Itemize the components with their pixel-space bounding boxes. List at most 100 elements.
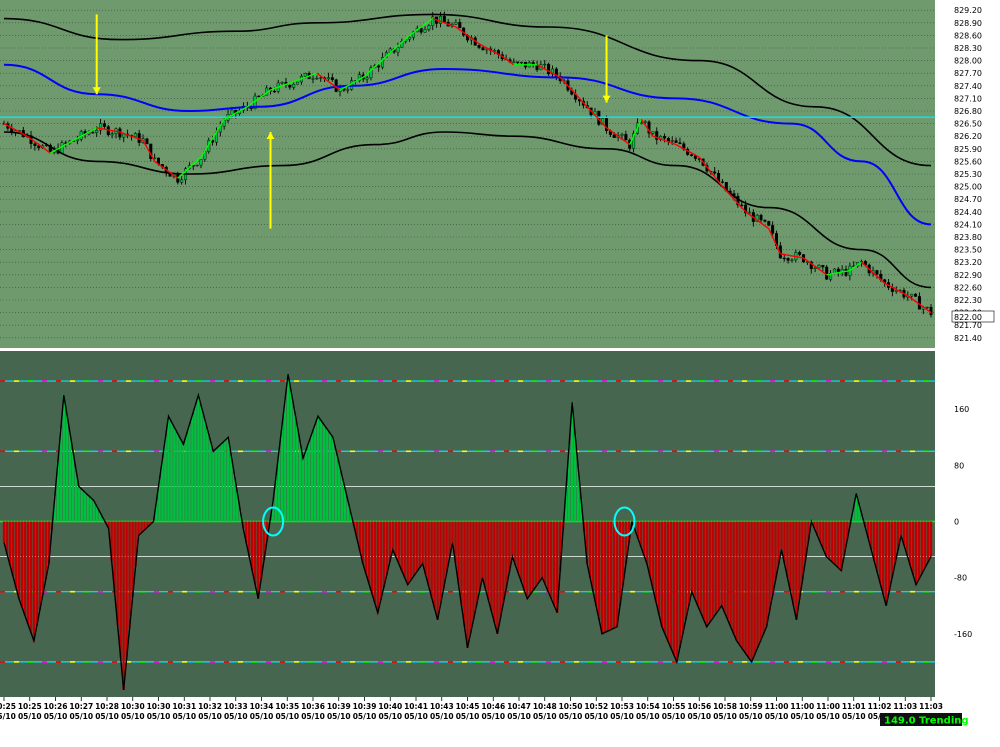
oscillator-bar bbox=[547, 521, 550, 592]
x-tick-time: 10:39 bbox=[327, 702, 351, 711]
x-tick-time: 10:59 bbox=[739, 702, 763, 711]
candle-body bbox=[844, 269, 848, 276]
candle-body bbox=[813, 267, 817, 270]
oscillator-bar bbox=[469, 521, 472, 634]
oscillator-bar bbox=[283, 399, 287, 522]
oscillator-bar bbox=[774, 521, 777, 581]
candle-body bbox=[782, 257, 786, 260]
oscillator-bar bbox=[615, 521, 619, 627]
candle-body bbox=[95, 130, 99, 133]
oscillator-bar bbox=[735, 521, 738, 641]
oscillator-bar bbox=[520, 521, 523, 582]
candle-body bbox=[303, 72, 307, 77]
price-tick-label: 822.60 bbox=[954, 283, 982, 292]
oscillator-bar bbox=[741, 521, 744, 650]
oscillator-bar bbox=[837, 521, 840, 568]
oscillator-bar bbox=[77, 486, 80, 522]
price-tick-label: 824.40 bbox=[954, 208, 982, 217]
x-tick-date: 05/10 bbox=[172, 712, 196, 721]
candle-body bbox=[670, 140, 674, 142]
oscillator-bar bbox=[535, 521, 538, 587]
x-tick-time: 11:03 bbox=[893, 702, 917, 711]
oscillator-bar bbox=[23, 521, 27, 616]
candle-body bbox=[442, 16, 446, 23]
candle-body bbox=[767, 221, 771, 226]
candle-body bbox=[612, 134, 616, 138]
oscillator-bar bbox=[400, 521, 403, 571]
x-tick-date: 05/10 bbox=[404, 712, 428, 721]
x-tick-date: 05/10 bbox=[662, 712, 686, 721]
candle-body bbox=[454, 22, 458, 25]
oscillator-bar bbox=[875, 521, 879, 573]
oscillator-bar bbox=[911, 521, 915, 575]
candle-body bbox=[674, 140, 678, 143]
candle-body bbox=[326, 77, 330, 80]
oscillator-bar bbox=[786, 521, 789, 578]
x-tick-date: 05/10 bbox=[198, 712, 222, 721]
oscillator-bar bbox=[887, 521, 891, 592]
oscillator-bar bbox=[137, 521, 140, 536]
oscillator-bar bbox=[878, 521, 882, 584]
status-label: 149.0 Trending bbox=[884, 716, 969, 727]
candle-body bbox=[512, 61, 516, 63]
candle-body bbox=[199, 159, 203, 166]
oscillator-bar bbox=[532, 521, 535, 591]
x-tick-date: 05/10 bbox=[481, 712, 505, 721]
oscillator-bar bbox=[403, 521, 406, 578]
oscillator-bar bbox=[412, 521, 415, 577]
candle-body bbox=[377, 65, 381, 68]
candle-body bbox=[910, 293, 914, 297]
oscillator-bar bbox=[280, 424, 284, 522]
x-tick-date: 05/10 bbox=[327, 712, 351, 721]
oscillator-bar bbox=[250, 521, 254, 571]
oscillator-bar bbox=[720, 521, 723, 606]
x-tick-date: 05/10 bbox=[559, 712, 583, 721]
oscillator-bar bbox=[364, 521, 368, 574]
oscillator-bar bbox=[376, 521, 379, 613]
oscillator-bar bbox=[780, 521, 783, 550]
candle-body bbox=[110, 133, 114, 136]
oscillator-bar bbox=[514, 521, 517, 566]
chart-canvas: 829.20 828.90 828.60 828.30 828.00 827.70 827.… bbox=[0, 0, 1000, 742]
x-tick-time: 10:41 bbox=[404, 702, 428, 711]
x-tick-time: 10:32 bbox=[198, 702, 222, 711]
oscillator-bar bbox=[397, 521, 400, 564]
price-tick-label: 821.40 bbox=[954, 334, 982, 343]
candle-body bbox=[875, 270, 879, 275]
oscillator-bar bbox=[170, 421, 173, 522]
oscillator-bar bbox=[923, 521, 927, 568]
x-tick-date: 05/10 bbox=[275, 712, 299, 721]
oscillator-bar bbox=[502, 521, 505, 603]
oscillator-tick-label: 0 bbox=[954, 517, 959, 526]
x-tick-date: 05/10 bbox=[353, 712, 377, 721]
oscillator-bar bbox=[493, 521, 496, 623]
candle-body bbox=[543, 63, 547, 66]
x-tick-date: 05/10 bbox=[0, 712, 16, 721]
x-tick-time: 11:01 bbox=[842, 702, 866, 711]
x-tick-time: 10:30 bbox=[121, 702, 145, 711]
x-tick-date: 05/10 bbox=[636, 712, 660, 721]
x-tick-time: 10:39 bbox=[353, 702, 377, 711]
oscillator-bar bbox=[914, 521, 918, 585]
oscillator-bar bbox=[427, 521, 430, 587]
oscillator-bar bbox=[726, 521, 729, 620]
oscillator-bar bbox=[167, 416, 170, 522]
candle-body bbox=[315, 77, 319, 80]
candle-body bbox=[33, 143, 37, 146]
oscillator-bar bbox=[197, 395, 200, 522]
candle-body bbox=[771, 225, 775, 234]
oscillator-bar bbox=[660, 521, 664, 627]
oscillator-bar bbox=[182, 444, 185, 522]
oscillator-bar bbox=[415, 521, 418, 573]
oscillator-bar bbox=[35, 521, 39, 626]
oscillator-bar bbox=[747, 521, 750, 658]
x-tick-time: 10:27 bbox=[69, 702, 93, 711]
oscillator-bar bbox=[221, 442, 224, 522]
oscillator-bar bbox=[173, 427, 176, 522]
oscillator-bar bbox=[191, 414, 194, 522]
oscillator-tick-label: 160 bbox=[954, 405, 969, 414]
price-tick-label: 827.10 bbox=[954, 94, 982, 103]
price-tick-label: 826.50 bbox=[954, 120, 982, 129]
oscillator-bar bbox=[119, 521, 122, 658]
oscillator-bar bbox=[200, 406, 203, 522]
